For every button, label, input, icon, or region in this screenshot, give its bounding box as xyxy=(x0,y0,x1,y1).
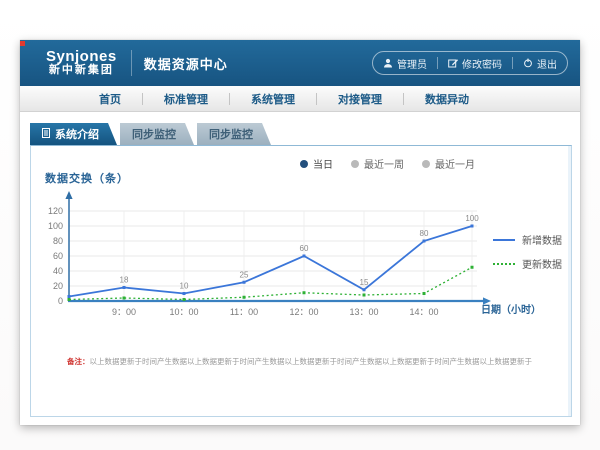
chart-legend: 新增数据更新数据 xyxy=(493,232,562,280)
svg-text:80: 80 xyxy=(53,236,63,246)
logout-label: 退出 xyxy=(537,56,557,71)
svg-text:日期（小时）: 日期（小时） xyxy=(481,303,541,316)
content-panel: 当日 最近一周 最近一月 数据交换（条） 0 20 40 60 80 100 120 9：00 10… xyxy=(30,145,572,417)
svg-text:40: 40 xyxy=(53,266,63,276)
current-user-label: 管理员 xyxy=(397,56,427,71)
logo-text-en: Synjones xyxy=(46,49,117,65)
tab-1[interactable]: 同步监控 xyxy=(120,123,194,145)
svg-text:20: 20 xyxy=(53,281,63,291)
user-toolbar: 管理员 修改密码 退出 xyxy=(372,51,568,75)
svg-text:9：00: 9：00 xyxy=(112,307,136,317)
svg-text:10: 10 xyxy=(180,282,189,291)
nav-item-2[interactable]: 系统管理 xyxy=(230,91,316,107)
nav-item-1[interactable]: 标准管理 xyxy=(143,91,229,107)
legend-line-sample xyxy=(493,263,515,265)
svg-text:60: 60 xyxy=(300,244,309,253)
header-divider xyxy=(131,50,132,76)
radio-icon xyxy=(300,160,308,168)
time-filter-label: 当日 xyxy=(313,156,333,171)
svg-text:15: 15 xyxy=(360,278,369,287)
radio-icon xyxy=(422,160,430,168)
time-filter-group: 当日 最近一周 最近一月 xyxy=(300,156,475,171)
time-filter-2[interactable]: 最近一月 xyxy=(422,156,475,171)
svg-text:100: 100 xyxy=(48,221,63,231)
svg-text:25: 25 xyxy=(240,270,249,279)
current-user-button[interactable]: 管理员 xyxy=(373,56,437,71)
footnote-text: 以上数据更新于时间产生数据以上数据更新于时间产生数据以上数据更新于时间产生数据以… xyxy=(90,357,533,366)
nav-item-3[interactable]: 对接管理 xyxy=(317,91,403,107)
radio-icon xyxy=(351,160,359,168)
footnote: 备注：以上数据更新于时间产生数据以上数据更新于时间产生数据以上数据更新于时间产生… xyxy=(67,356,559,367)
svg-text:100: 100 xyxy=(465,214,479,223)
svg-text:13：00: 13：00 xyxy=(349,307,378,317)
time-filter-0[interactable]: 当日 xyxy=(300,156,333,171)
legend-label: 新增数据 xyxy=(522,232,562,247)
svg-text:80: 80 xyxy=(420,229,429,238)
nav-item-0[interactable]: 首页 xyxy=(78,91,142,107)
line-chart: 0 20 40 60 80 100 120 9：00 10：00 11：00 12：00 13：00 1… xyxy=(39,188,551,338)
time-filter-1[interactable]: 最近一周 xyxy=(351,156,404,171)
svg-text:120: 120 xyxy=(48,206,63,216)
app-header: Synjones 新中新集团 数据资源中心 管理员 修改密码 xyxy=(20,40,580,86)
svg-text:12：00: 12：00 xyxy=(289,307,318,317)
footnote-prefix: 备注： xyxy=(67,357,90,366)
change-password-button[interactable]: 修改密码 xyxy=(438,56,512,71)
time-filter-label: 最近一周 xyxy=(364,156,404,171)
svg-text:10：00: 10：00 xyxy=(169,307,198,317)
user-icon xyxy=(383,58,393,68)
y-axis-title: 数据交换（条） xyxy=(45,170,129,186)
tab-label: 同步监控 xyxy=(209,126,253,142)
change-password-label: 修改密码 xyxy=(462,56,502,71)
nav-item-4[interactable]: 数据异动 xyxy=(404,91,490,107)
svg-text:11：00: 11：00 xyxy=(230,307,258,317)
synjones-logo: Synjones 新中新集团 xyxy=(46,49,117,76)
legend-line-sample xyxy=(493,239,515,241)
legend-label: 更新数据 xyxy=(522,256,562,271)
logout-button[interactable]: 退出 xyxy=(513,56,567,71)
edit-icon xyxy=(448,58,458,68)
svg-text:0: 0 xyxy=(58,296,63,306)
app-window: Synjones 新中新集团 数据资源中心 管理员 修改密码 xyxy=(20,40,580,425)
legend-item-1[interactable]: 更新数据 xyxy=(493,256,562,271)
power-icon xyxy=(523,58,533,68)
document-icon xyxy=(42,128,50,141)
main-nav: 首页标准管理系统管理对接管理数据异动 xyxy=(20,86,580,112)
tab-2[interactable]: 同步监控 xyxy=(197,123,271,145)
logo-text-cn: 新中新集团 xyxy=(46,65,117,77)
tab-label: 系统介绍 xyxy=(55,126,99,142)
svg-text:60: 60 xyxy=(53,251,63,261)
svg-text:18: 18 xyxy=(120,276,129,285)
tab-0[interactable]: 系统介绍 xyxy=(30,123,117,145)
page-title: 数据资源中心 xyxy=(144,54,228,73)
svg-text:14：00: 14：00 xyxy=(409,307,438,317)
tab-label: 同步监控 xyxy=(132,126,176,142)
time-filter-label: 最近一月 xyxy=(435,156,475,171)
tab-bar: 系统介绍 同步监控 同步监控 xyxy=(30,123,274,145)
legend-item-0[interactable]: 新增数据 xyxy=(493,232,562,247)
red-marker-dot xyxy=(20,41,25,46)
